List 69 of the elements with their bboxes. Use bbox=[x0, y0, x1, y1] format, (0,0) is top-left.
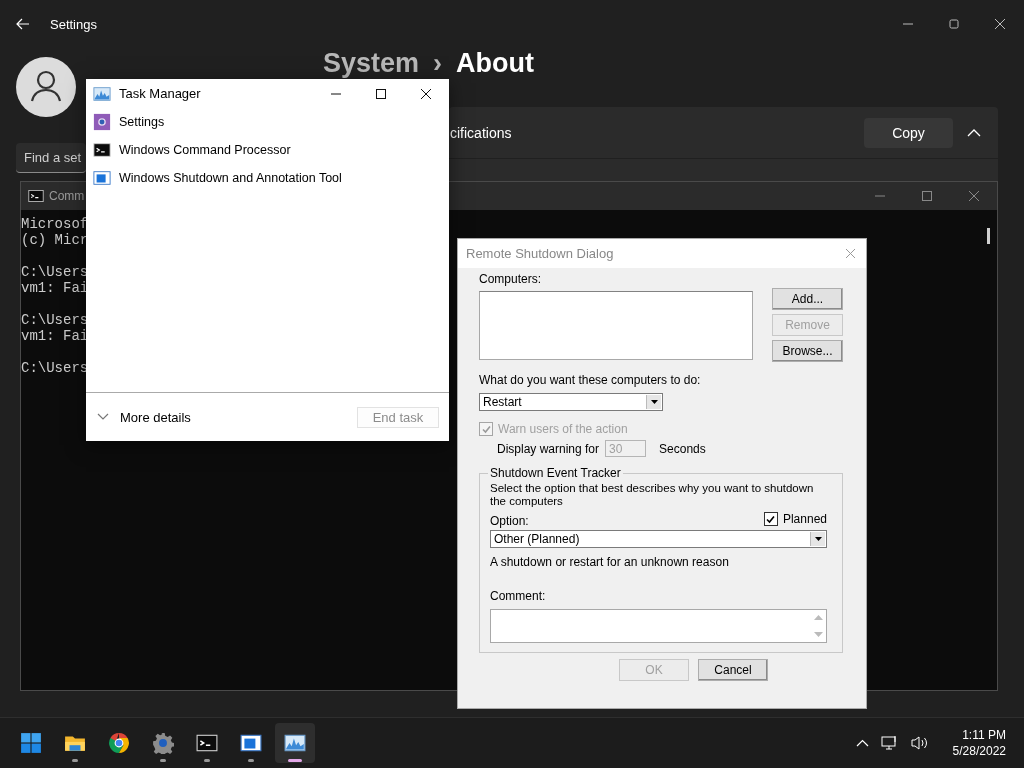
taskbar-button[interactable] bbox=[275, 723, 315, 763]
unit-label: Seconds bbox=[659, 441, 706, 456]
field-label: What do you want these computers to do: bbox=[479, 373, 701, 387]
volume-icon[interactable] bbox=[910, 735, 929, 751]
checkmark-icon bbox=[480, 423, 492, 435]
chevron-down-icon bbox=[97, 413, 109, 421]
comment-field[interactable] bbox=[490, 609, 827, 643]
terminal-icon bbox=[196, 732, 218, 754]
close-icon[interactable] bbox=[420, 87, 432, 100]
back-arrow-icon[interactable] bbox=[16, 18, 30, 30]
group-title: Shutdown Event Tracker bbox=[489, 466, 622, 480]
terminal-icon bbox=[93, 141, 111, 159]
window-title: Settings bbox=[50, 16, 97, 32]
close-icon[interactable] bbox=[994, 18, 1006, 30]
copy-button[interactable]: Copy bbox=[864, 117, 953, 148]
start-icon bbox=[20, 732, 42, 754]
window-icon bbox=[240, 732, 262, 754]
description-text: Select the option that best describes why you want to shutdown the computers bbox=[490, 482, 815, 508]
section-title: cifications bbox=[450, 124, 512, 141]
window-title: Task Manager bbox=[119, 86, 201, 101]
app-list-item[interactable]: Settings bbox=[86, 108, 449, 136]
breadcrumb-separator: › bbox=[433, 48, 443, 78]
cancel-button[interactable]: Cancel bbox=[698, 659, 768, 681]
terminal-line: C:\Users bbox=[21, 264, 89, 280]
chart-window-icon bbox=[284, 732, 306, 754]
avatar-icon bbox=[16, 57, 76, 117]
dropdown-arrow-icon bbox=[814, 537, 822, 541]
window-title: Comm bbox=[49, 189, 85, 203]
page-title: About bbox=[456, 48, 535, 78]
action-dropdown[interactable]: Restart bbox=[479, 393, 663, 411]
search-field[interactable]: Find a set bbox=[16, 143, 86, 173]
browser-icon bbox=[108, 732, 130, 754]
terminal-line: vm1: Fai bbox=[21, 328, 89, 344]
window-icon bbox=[93, 169, 111, 187]
scrollbar-thumb[interactable] bbox=[987, 228, 990, 244]
maximize-icon[interactable] bbox=[375, 87, 387, 100]
app-list-item[interactable]: Windows Shutdown and Annotation Tool bbox=[86, 164, 449, 192]
terminal-icon bbox=[28, 188, 44, 204]
checkmark-icon bbox=[765, 513, 777, 525]
maximize-icon[interactable] bbox=[948, 18, 960, 30]
clock-time[interactable]: 1:11 PM bbox=[962, 727, 1006, 743]
app-list-item[interactable]: Windows Command Processor bbox=[86, 136, 449, 164]
terminal-line: C:\Users bbox=[21, 360, 89, 376]
chevron-up-icon[interactable] bbox=[855, 739, 869, 747]
terminal-line: C:\Users bbox=[21, 312, 89, 328]
dialog-button[interactable]: Browse... bbox=[772, 340, 843, 362]
dialog-button[interactable]: Add... bbox=[772, 288, 843, 310]
field-label: Display warning for bbox=[497, 441, 600, 456]
dropdown-arrow-icon bbox=[650, 400, 658, 404]
clock-date[interactable]: 5/28/2022 bbox=[952, 743, 1006, 759]
specs-card[interactable]: cifications Copy bbox=[449, 107, 998, 158]
gear-icon bbox=[152, 732, 174, 754]
window-title: Remote Shutdown Dialog bbox=[466, 246, 614, 261]
chart-window-icon bbox=[93, 84, 111, 103]
option-dropdown[interactable]: Other (Planned) bbox=[490, 530, 827, 548]
field-label: Comment: bbox=[490, 589, 546, 603]
field-label: Computers: bbox=[479, 272, 542, 286]
terminal-line: vm1: Fai bbox=[21, 280, 89, 296]
settings-icon bbox=[93, 113, 111, 131]
terminal-line: Microsof bbox=[21, 216, 89, 232]
breadcrumb-link[interactable]: System bbox=[323, 48, 420, 78]
planned-checkbox[interactable]: Planned bbox=[763, 512, 827, 526]
scroll-arrows-icon bbox=[814, 613, 823, 639]
chevron-icon[interactable] bbox=[967, 127, 981, 138]
field-label: Option: bbox=[490, 514, 529, 528]
terminal-line: (c) Micr bbox=[21, 232, 89, 248]
network-icon[interactable] bbox=[880, 735, 899, 751]
reason-text: A shutdown or restart for an unknown reason bbox=[490, 555, 729, 569]
more-details-button[interactable]: More details bbox=[97, 409, 191, 425]
